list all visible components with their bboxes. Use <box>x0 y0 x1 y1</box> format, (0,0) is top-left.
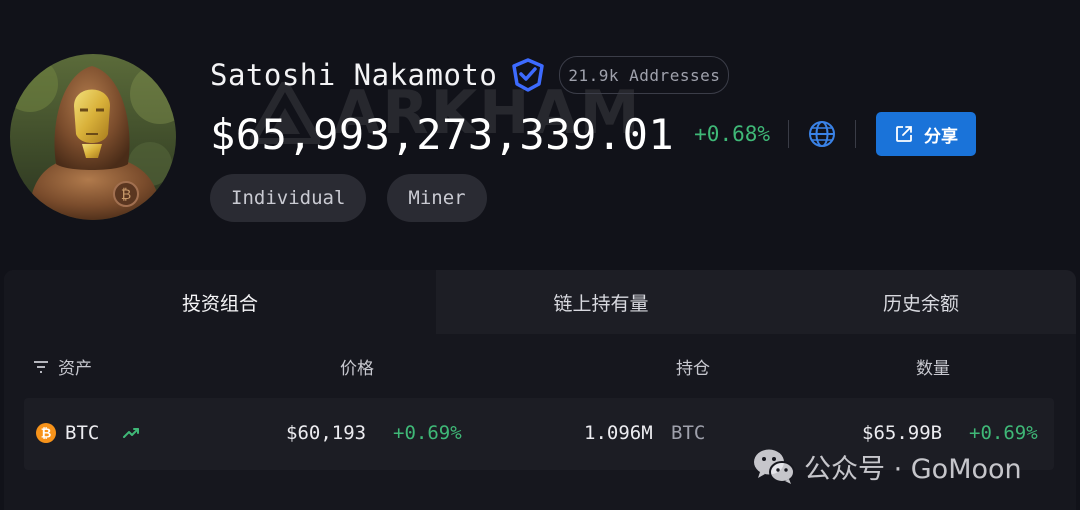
total-value-change: +0.68% <box>694 122 771 146</box>
divider <box>788 120 790 148</box>
price-change: +0.69% <box>393 422 462 444</box>
entity-name-row: Satoshi Nakamoto 21.9k Addresses <box>210 56 730 94</box>
tab-portfolio[interactable]: 投资组合 <box>4 270 436 334</box>
column-price[interactable]: 价格 <box>340 354 374 379</box>
share-button-label: 分享 <box>924 126 959 147</box>
bitcoin-icon: ₿ <box>36 423 56 443</box>
table-header: 资产 价格 持仓 数量 <box>4 334 1076 398</box>
tag-miner[interactable]: Miner <box>387 174 487 222</box>
wechat-watermark: 公众号 · GoMoon <box>752 446 1022 486</box>
trend-up-icon <box>123 428 140 438</box>
panel-tabs: 投资组合 链上持有量 历史余额 <box>4 270 1076 334</box>
addresses-count-pill[interactable]: 21.9k Addresses <box>559 56 730 94</box>
entity-name: Satoshi Nakamoto <box>210 58 498 92</box>
divider <box>855 120 857 148</box>
entity-value-row: $65,993,273,339.01 +0.68% 分享 <box>210 108 977 160</box>
column-amount[interactable]: 数量 <box>916 354 950 379</box>
column-asset-label: 资产 <box>58 359 92 379</box>
total-portfolio-value: $65,993,273,339.01 <box>210 109 675 159</box>
amount-change: +0.69% <box>969 422 1038 444</box>
asset-symbol[interactable]: BTC <box>65 422 99 444</box>
price-value: $60,193 <box>286 422 367 444</box>
tab-onchain-holdings[interactable]: 链上持有量 <box>436 270 766 334</box>
external-link-icon <box>896 126 912 142</box>
svg-text:₿: ₿ <box>41 427 52 442</box>
filter-icon[interactable] <box>32 360 50 374</box>
svg-text:₿: ₿ <box>121 187 131 203</box>
holdings-unit: BTC <box>671 422 706 444</box>
share-button[interactable]: 分享 <box>876 112 977 156</box>
holdings-value: 1.096M <box>584 422 653 444</box>
entity-tags: Individual Miner <box>210 174 487 222</box>
column-asset[interactable]: 资产 <box>32 354 92 379</box>
tab-balance-history[interactable]: 历史余额 <box>766 270 1076 334</box>
asset-cell: ₿ BTC <box>36 422 140 444</box>
column-holdings[interactable]: 持仓 <box>676 354 710 379</box>
verified-badge-icon <box>512 58 545 92</box>
wechat-watermark-text: 公众号 · GoMoon <box>804 453 1022 485</box>
entity-avatar: ₿ <box>10 54 176 220</box>
avatar-image: ₿ <box>10 54 176 220</box>
tag-individual[interactable]: Individual <box>210 174 367 222</box>
wechat-icon <box>754 449 795 484</box>
globe-icon[interactable] <box>807 119 837 149</box>
amount-value: $65.99B <box>862 422 943 444</box>
